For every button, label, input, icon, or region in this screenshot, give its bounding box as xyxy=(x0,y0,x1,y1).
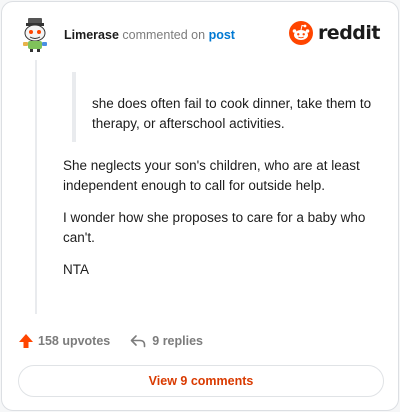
comment-body: She neglects your son's children, who ar… xyxy=(63,156,381,292)
action-text: commented on xyxy=(122,28,206,42)
upvote-arrow-icon xyxy=(19,334,33,348)
reply-count: 9 replies xyxy=(152,334,203,348)
comment-paragraph: She neglects your son's children, who ar… xyxy=(63,158,360,193)
quote-text: she does often fail to cook dinner, take… xyxy=(92,96,372,131)
username-link[interactable]: Limerase xyxy=(64,28,119,42)
reddit-snoo-icon xyxy=(288,21,313,45)
post-link[interactable]: post xyxy=(209,28,235,42)
avatar[interactable] xyxy=(20,18,50,52)
view-comments-button[interactable]: View 9 comments xyxy=(18,365,384,397)
snoo-avatar-icon xyxy=(23,18,47,52)
comment-meta: Limerase commented on post xyxy=(64,28,235,42)
comment-footer: 158 upvotes 9 replies xyxy=(18,330,203,352)
upvote-button[interactable]: 158 upvotes xyxy=(18,333,110,349)
comment-paragraph: I wonder how she proposes to care for a … xyxy=(63,210,366,245)
comment-header: Limerase commented on post reddit xyxy=(18,16,382,56)
comment-card: Limerase commented on post reddit she do… xyxy=(1,1,399,411)
comment-paragraph: NTA xyxy=(63,262,89,277)
reddit-logo[interactable]: reddit xyxy=(288,20,381,46)
thread-line xyxy=(35,60,37,314)
upvote-count: 158 upvotes xyxy=(38,334,111,348)
reply-button[interactable]: 9 replies xyxy=(130,334,203,348)
reply-arrow-icon xyxy=(130,335,146,348)
quote-block: she does often fail to cook dinner, take… xyxy=(72,72,382,142)
reddit-wordmark: reddit xyxy=(317,22,381,44)
